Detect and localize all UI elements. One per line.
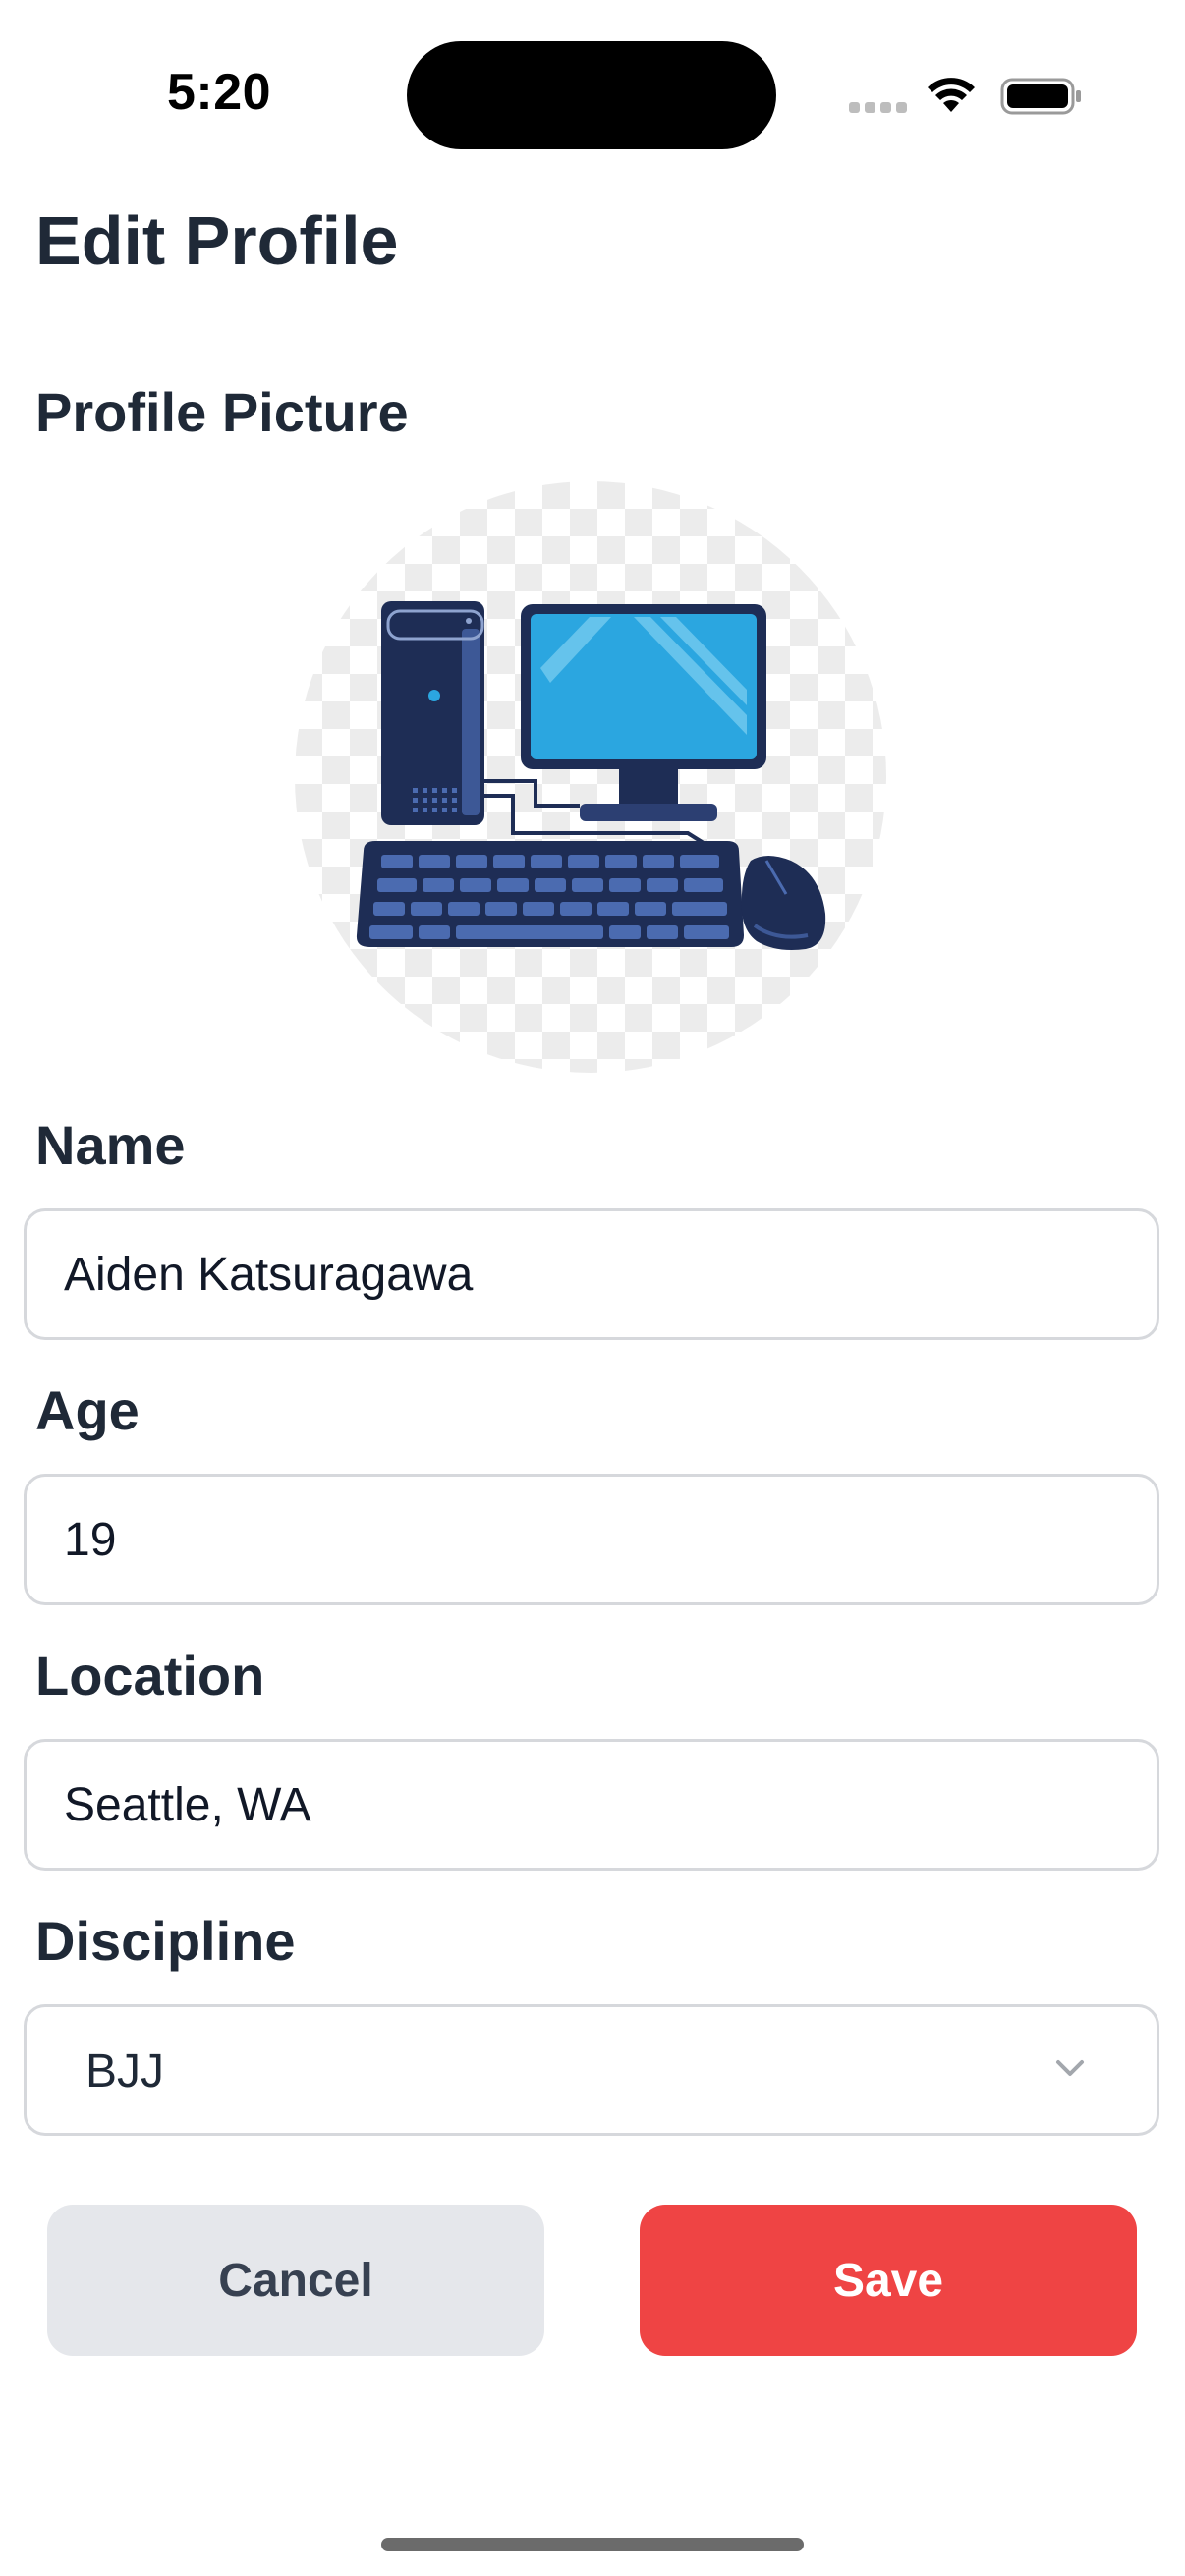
profile-picture-label: Profile Picture <box>35 381 409 443</box>
age-label: Age <box>35 1379 140 1441</box>
discipline-value: BJJ <box>85 2045 165 2098</box>
desktop-computer-illustration <box>356 601 826 950</box>
location-label: Location <box>35 1645 265 1707</box>
dynamic-island <box>407 41 776 149</box>
chevron-down-icon <box>1056 2060 1084 2076</box>
location-input[interactable] <box>24 1739 1159 1871</box>
battery-icon <box>1000 78 1081 115</box>
home-indicator[interactable] <box>381 2538 804 2551</box>
avatar[interactable] <box>295 481 886 1073</box>
save-button[interactable]: Save <box>640 2205 1137 2356</box>
status-time: 5:20 <box>166 64 272 121</box>
wifi-icon <box>928 78 975 112</box>
name-label: Name <box>35 1114 186 1176</box>
page-title: Edit Profile <box>35 202 399 279</box>
name-input[interactable] <box>24 1208 1159 1340</box>
discipline-label: Discipline <box>35 1910 296 1972</box>
age-input[interactable] <box>24 1474 1159 1605</box>
discipline-select[interactable]: BJJ <box>24 2004 1159 2136</box>
status-bar: 5:20 <box>0 0 1185 149</box>
cancel-button[interactable]: Cancel <box>47 2205 544 2356</box>
cellular-signal-icon <box>849 102 908 116</box>
